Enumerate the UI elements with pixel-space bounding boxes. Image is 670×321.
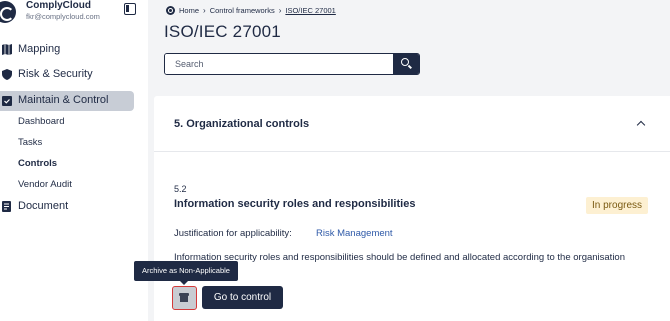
control-description: Information security roles and responsib… [174,252,625,275]
sidebar-item-label: Risk & Security [18,68,93,80]
search-bar [164,53,420,75]
sidebar-item-maintain-control[interactable]: Maintain & Control [0,91,134,111]
justification-label: Justification for applicability: [174,228,292,239]
section-title: 5. Organizational controls [174,118,310,130]
control-number: 5.2 [174,184,187,194]
breadcrumb-current[interactable]: ISO/IEC 27001 [285,6,335,15]
sidebar-item-label: Mapping [18,43,61,55]
sidebar-item-label: Maintain & Control [18,94,109,106]
brand-name: ComplyCloud [26,0,91,11]
sidebar-subitem-tasks[interactable]: Tasks [18,137,42,148]
breadcrumb-home[interactable]: Home [179,6,199,15]
archive-icon [179,293,189,302]
logo-icon [0,1,16,23]
search-icon [401,58,409,66]
justification-value[interactable]: Risk Management [316,228,393,239]
sidebar-item-risk-security[interactable]: Risk & Security [0,65,134,85]
archive-button[interactable] [172,286,197,310]
go-to-control-button[interactable]: Go to control [202,286,283,309]
search-button[interactable] [393,54,419,74]
calendar-check-icon [2,96,12,106]
sidebar-item-label: Document [18,200,69,212]
sidebar: ComplyCloud fkr@complycloud.com Mapping … [0,0,140,321]
sidebar-item-mapping[interactable]: Mapping [0,40,134,60]
sidebar-subitem-vendor-audit[interactable]: Vendor Audit [18,179,72,190]
brand-header: ComplyCloud fkr@complycloud.com [0,0,140,28]
shield-icon [2,69,12,80]
sidebar-subitem-dashboard[interactable]: Dashboard [18,116,64,127]
map-icon [2,44,12,55]
status-badge: In progress [586,197,649,214]
chevron-right-icon: › [203,6,206,15]
page-title: ISO/IEC 27001 [164,22,281,41]
home-icon [166,6,175,15]
user-email: fkr@complycloud.com [26,12,100,21]
breadcrumb-frameworks[interactable]: Control frameworks [210,6,275,15]
chevron-up-icon[interactable] [636,120,646,130]
archive-tooltip: Archive as Non-Applicable [134,261,238,285]
chevron-right-icon: › [278,6,282,15]
search-input[interactable] [165,54,393,74]
sidebar-collapse-button[interactable] [124,3,136,15]
sidebar-subitem-controls[interactable]: Controls [18,158,57,169]
breadcrumb: Home › Control frameworks › ISO/IEC 2700… [166,6,336,15]
document-icon [2,201,11,212]
sidebar-item-document[interactable]: Document [0,197,134,217]
control-title: Information security roles and responsib… [174,198,416,210]
section-header[interactable]: 5. Organizational controls [154,96,670,152]
